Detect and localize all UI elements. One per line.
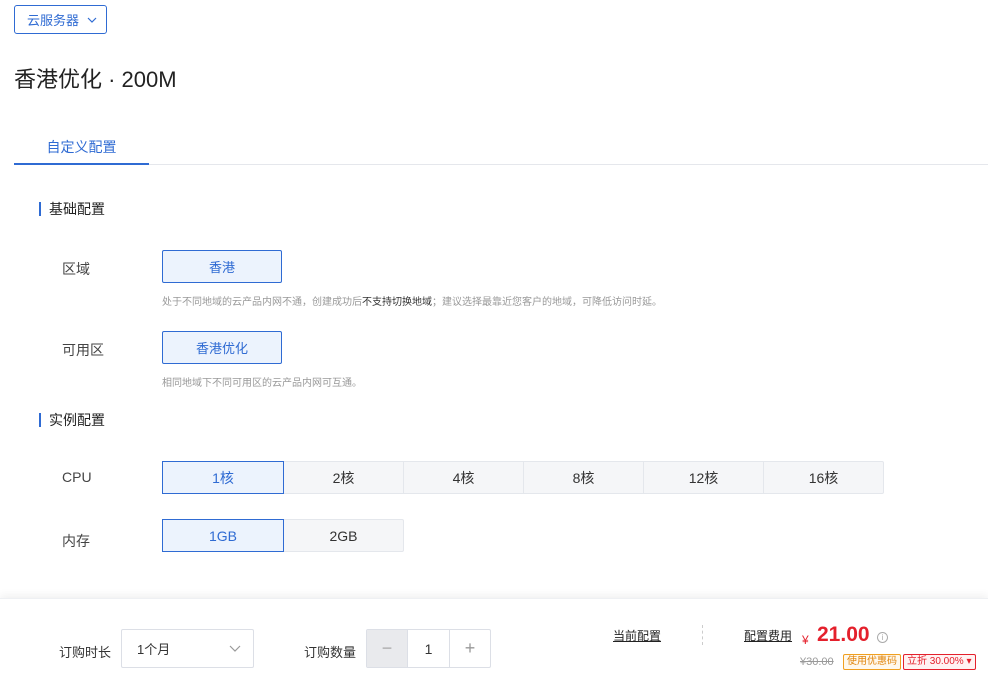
info-icon[interactable]: i <box>877 632 888 643</box>
memory-selector: 1GB 2GB <box>162 519 404 552</box>
region-hint: 处于不同地域的云产品内网不通，创建成功后不支持切换地域；建议选择最靠近您客户的地… <box>162 297 662 308</box>
cpu-option[interactable]: 2核 <box>283 462 403 493</box>
section-basic-config: 基础配置 <box>39 202 105 216</box>
zone-option-hk-optimized[interactable]: 香港优化 <box>162 331 282 364</box>
section-instance-config: 实例配置 <box>39 413 105 427</box>
coupon-button[interactable]: 使用优惠码 <box>843 654 901 670</box>
duration-label: 订购时长 <box>59 645 112 660</box>
chevron-down-icon <box>87 17 97 23</box>
cpu-option[interactable]: 4核 <box>403 462 523 493</box>
price-value: 21.00 <box>817 623 870 646</box>
cpu-selector: 1核 2核 4核 8核 12核 16核 <box>162 461 884 494</box>
quantity-stepper: − 1 + <box>366 629 491 668</box>
zone-label: 可用区 <box>62 342 104 358</box>
increment-button[interactable]: + <box>450 630 490 667</box>
discount-label: 立折 30.00% <box>907 656 964 667</box>
zone-hint: 相同地域下不同可用区的云产品内网可互通。 <box>162 378 362 389</box>
region-option-hongkong[interactable]: 香港 <box>162 250 282 283</box>
memory-label: 内存 <box>62 533 90 549</box>
decrement-button[interactable]: − <box>367 630 407 667</box>
quantity-label: 订购数量 <box>304 645 357 660</box>
memory-option[interactable]: 1GB <box>162 519 284 552</box>
memory-option[interactable]: 2GB <box>283 520 403 551</box>
cpu-option[interactable]: 8核 <box>523 462 643 493</box>
config-fee-link[interactable]: 配置费用 <box>744 627 792 644</box>
currency-symbol: ¥ <box>802 633 809 647</box>
product-type-select[interactable]: 云服务器 <box>14 5 107 34</box>
config-tabs: 自定义配置 <box>14 126 988 165</box>
caret-down-icon: ▾ <box>966 656 972 667</box>
cpu-option[interactable]: 1核 <box>162 461 284 494</box>
chevron-down-icon <box>229 645 241 652</box>
cpu-label: CPU <box>62 469 92 485</box>
duration-value: 1个月 <box>137 642 171 657</box>
original-price: ¥30.00 <box>800 656 834 668</box>
current-config-link[interactable]: 当前配置 <box>613 627 661 644</box>
discount-badge[interactable]: 立折 30.00% ▾ <box>903 654 976 670</box>
region-label: 区域 <box>62 261 90 277</box>
page-title: 香港优化 · 200M <box>14 67 177 92</box>
tab-custom-config[interactable]: 自定义配置 <box>14 126 149 165</box>
cpu-option[interactable]: 12核 <box>643 462 763 493</box>
product-type-label: 云服务器 <box>27 13 80 28</box>
quantity-input[interactable]: 1 <box>407 630 450 667</box>
duration-select[interactable]: 1个月 <box>121 629 254 668</box>
order-footer: 订购时长 1个月 订购数量 − 1 + 当前配置 配置费用 ¥ 21.00 i … <box>0 598 988 676</box>
divider <box>702 625 703 645</box>
cpu-option[interactable]: 16核 <box>763 462 883 493</box>
